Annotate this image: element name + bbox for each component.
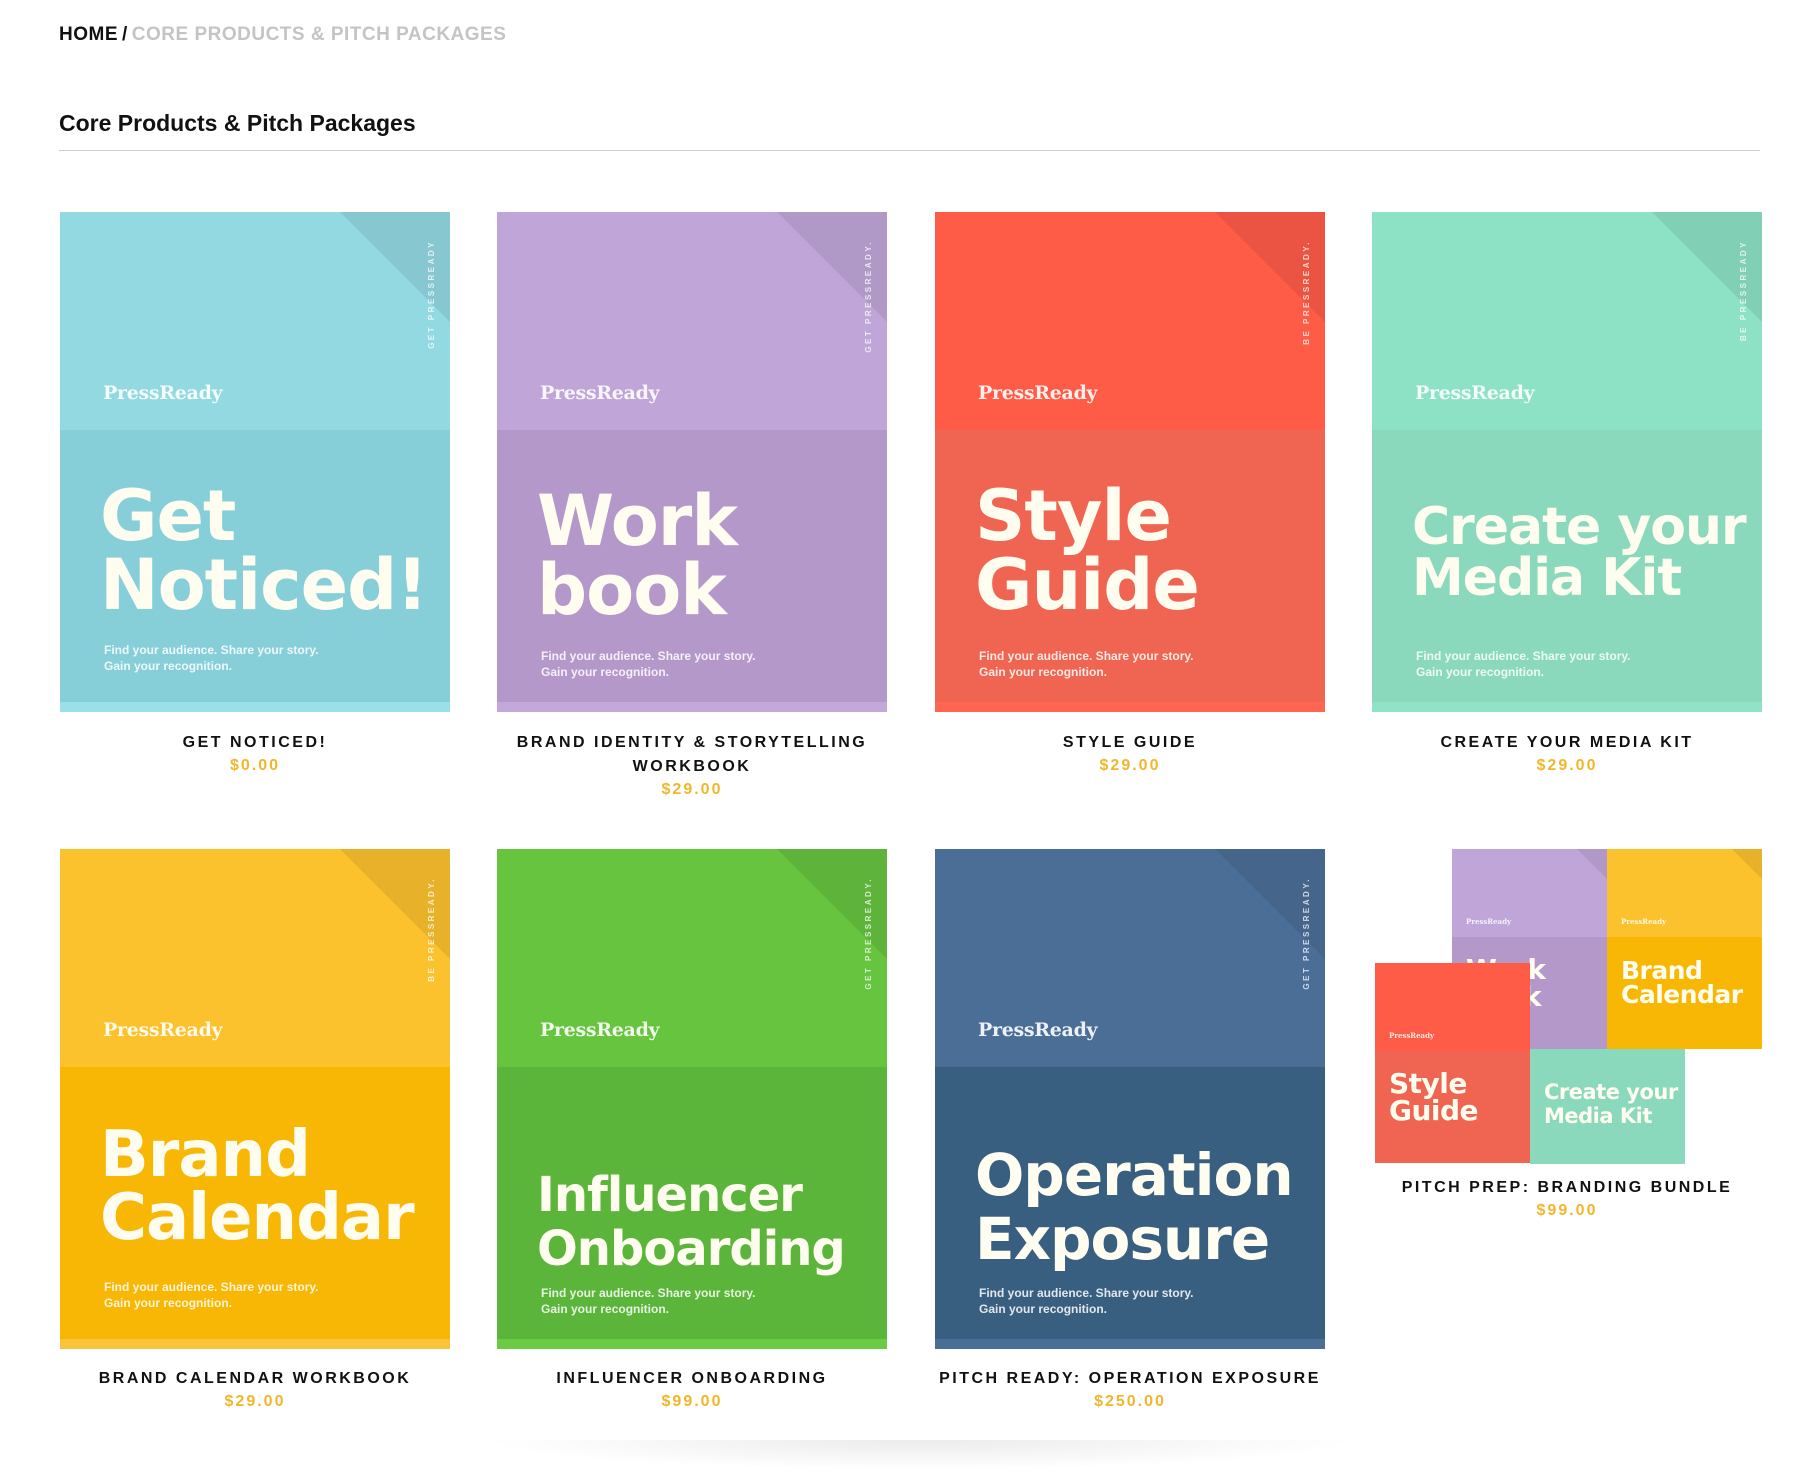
cover-title-line2: Exposure (975, 1204, 1270, 1273)
breadcrumb-current: CORE PRODUCTS & PITCH PACKAGES (131, 24, 507, 45)
page-title: Core Products & Pitch Packages (59, 110, 416, 136)
product-name-link[interactable]: GET NOTICED! (60, 731, 450, 755)
product-name-link[interactable]: CREATE YOUR MEDIA KIT (1372, 731, 1762, 755)
product-price: $99.00 (661, 1393, 723, 1410)
cover-spine-text: GET PRESSREADY (427, 240, 436, 349)
cover-brand: PressReady (103, 1019, 223, 1041)
product-cover-image[interactable]: GET PRESSREADY. PressReady Influencer On… (497, 849, 887, 1349)
cover-title-line2: book (537, 548, 727, 631)
cover-title-line2: Calendar (100, 1180, 415, 1255)
cover-brand: PressReady (540, 1019, 660, 1041)
cover-tagline-line2: Gain your recognition. (541, 665, 670, 680)
cover-brand: PressReady (978, 1019, 1098, 1041)
product-cover-image[interactable]: GET PRESSREADY PressReady Get Noticed! F… (60, 212, 450, 712)
product-cover-image[interactable]: BE PRESSREADY PressReady Create your Med… (1372, 212, 1762, 712)
cover-tagline-line2: Gain your recognition. (979, 1302, 1108, 1317)
cover-title-line1: Style (975, 475, 1172, 557)
cover-tagline-line2: Gain your recognition. (104, 659, 233, 674)
cover-brand: PressReady (540, 382, 660, 404)
cover-spine-text: GET PRESSREADY. (1302, 877, 1311, 990)
cover-tagline-line1: Find your audience. Share your story. (541, 1286, 756, 1300)
cover-brand: PressReady (978, 382, 1098, 404)
product-name-link[interactable]: PITCH READY: OPERATION EXPOSURE (935, 1367, 1325, 1391)
product-price: $29.00 (224, 1393, 286, 1410)
cover-tagline-line1: Find your audience. Share your story. (104, 1280, 319, 1294)
cover-tagline-line2: Gain your recognition. (979, 665, 1108, 680)
cover-tagline-line1: Find your audience. Share your story. (1416, 649, 1631, 663)
cover-tagline-line1: Find your audience. Share your story. (104, 643, 319, 657)
cover-title-line1: Operation (975, 1141, 1294, 1209)
product-price: $29.00 (661, 781, 723, 798)
product-cover-image[interactable]: BE PRESSREADY. PressReady Brand Calendar… (60, 849, 450, 1349)
product-name-line1: BRAND IDENTITY & STORYTELLING (516, 734, 868, 751)
cover-spine-text: GET PRESSREADY. (864, 240, 873, 353)
breadcrumb: HOME / CORE PRODUCTS & PITCH PACKAGES (59, 24, 506, 46)
cover-brand: PressReady (1415, 382, 1535, 404)
cover-title-line1: Influencer (537, 1167, 803, 1223)
product-name-link[interactable]: BRAND IDENTITY & STORYTELLING WORKBOOK (497, 731, 887, 779)
product-price: $29.00 (1536, 757, 1598, 774)
cover-title-line1: Work (537, 480, 738, 562)
bundle-style-guide-cover: PressReady Style Guide (1375, 963, 1530, 1163)
cover-title-line2: Guide (975, 543, 1200, 626)
product-cover-image[interactable]: BE PRESSREADY. PressReady Style Guide Fi… (935, 212, 1325, 712)
cover-spine-text: BE PRESSREADY (1739, 240, 1748, 341)
product-name-line2: WORKBOOK (632, 758, 752, 775)
product-price: $99.00 (1536, 1202, 1598, 1219)
product-price: $29.00 (1099, 757, 1161, 774)
cover-brand: PressReady (103, 382, 223, 404)
product-name-link[interactable]: STYLE GUIDE (935, 731, 1325, 755)
cover-tagline-line2: Gain your recognition. (541, 1302, 670, 1317)
product-name-link[interactable]: BRAND CALENDAR WORKBOOK (60, 1367, 450, 1391)
cover-title-line1: Brand (100, 1118, 311, 1192)
product-price: $250.00 (1094, 1393, 1166, 1410)
cover-tagline-line2: Gain your recognition. (1416, 665, 1545, 680)
cover-title-line1: Get (100, 475, 236, 557)
cover-title-line2: Media Kit (1412, 547, 1682, 608)
breadcrumb-home-link[interactable]: HOME (59, 24, 118, 45)
cover-title-line1: Create your (1412, 497, 1747, 557)
cover-spine-text: BE PRESSREADY. (427, 877, 436, 982)
cover-title-line2: Noticed! (100, 543, 428, 626)
cover-tagline-line1: Find your audience. Share your story. (541, 649, 756, 663)
breadcrumb-separator: / (122, 24, 128, 45)
product-cover-image[interactable]: GET PRESSREADY. PressReady Work book Fin… (497, 212, 887, 712)
product-name-link[interactable]: INFLUENCER ONBOARDING (497, 1367, 887, 1391)
bundle-calendar-cover: PressReady Brand Calendar (1607, 849, 1762, 1049)
cover-tagline-line2: Gain your recognition. (104, 1296, 233, 1311)
cover-title-line2: Onboarding (537, 1220, 846, 1277)
title-divider (59, 150, 1760, 151)
cover-tagline-line1: Find your audience. Share your story. (979, 649, 1194, 663)
product-price: $0.00 (229, 757, 281, 774)
bottom-shadow (480, 1440, 1360, 1470)
cover-tagline-line1: Find your audience. Share your story. (979, 1286, 1194, 1300)
cover-spine-text: GET PRESSREADY. (864, 877, 873, 990)
product-cover-image[interactable]: GET PRESSREADY. PressReady Operation Exp… (935, 849, 1325, 1349)
product-name-link[interactable]: PITCH PREP: BRANDING BUNDLE (1372, 1176, 1762, 1200)
bundle-cover-image[interactable]: PressReady Work book PressReady Brand Ca… (1372, 849, 1762, 1164)
cover-spine-text: BE PRESSREADY. (1302, 240, 1311, 345)
bundle-media-kit-cover: Create your Media Kit (1530, 1049, 1685, 1164)
